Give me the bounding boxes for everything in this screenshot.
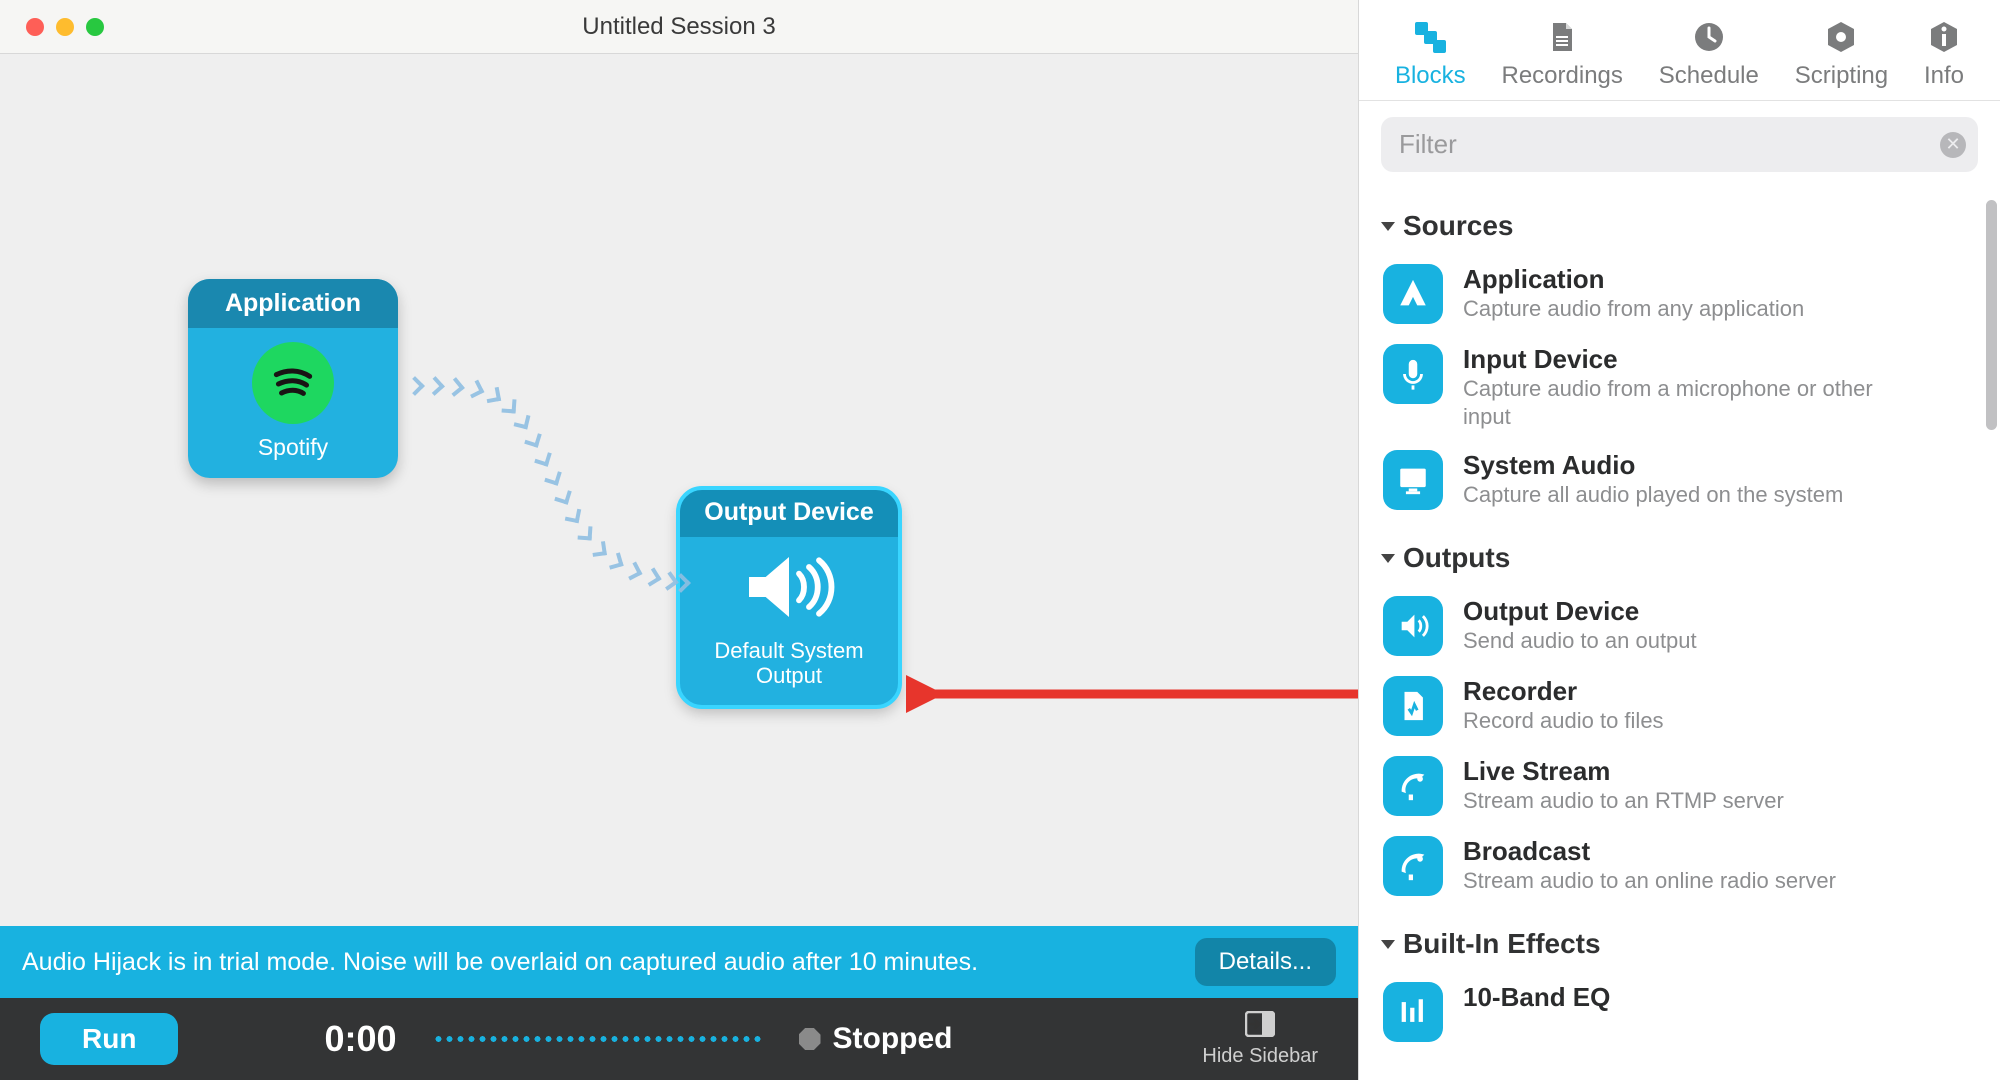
chevron-down-icon	[1381, 554, 1395, 563]
application-icon	[1383, 264, 1443, 324]
waveform-placeholder	[433, 1036, 763, 1042]
tab-schedule-label: Schedule	[1659, 62, 1759, 90]
block-output-device[interactable]: Output Device Default System Output	[678, 488, 900, 707]
item-title: 10-Band EQ	[1463, 982, 1610, 1013]
item-title: Broadcast	[1463, 836, 1836, 867]
window-controls	[26, 18, 104, 36]
sidebar-scrollbar[interactable]	[1986, 200, 1997, 430]
recordings-icon	[1545, 18, 1579, 56]
stopped-icon	[799, 1028, 821, 1050]
item-desc: Capture all audio played on the system	[1463, 481, 1843, 509]
maximize-window-button[interactable]	[86, 18, 104, 36]
main-window: Untitled Session 3 Application Spotify O…	[0, 0, 1358, 1080]
titlebar: Untitled Session 3	[0, 0, 1358, 54]
satellite-dish-icon	[1383, 756, 1443, 816]
clear-filter-button[interactable]: ✕	[1940, 132, 1966, 158]
item-desc: Send audio to an output	[1463, 627, 1697, 655]
tab-info[interactable]: Info	[1924, 18, 1964, 90]
tab-schedule[interactable]: Schedule	[1659, 18, 1759, 90]
sidebar-item-output-device[interactable]: Output Device Send audio to an output	[1381, 586, 1978, 666]
equalizer-icon	[1383, 982, 1443, 1042]
item-desc: Stream audio to an online radio server	[1463, 867, 1836, 895]
item-desc: Record audio to files	[1463, 707, 1664, 735]
trial-banner: Audio Hijack is in trial mode. Noise wil…	[0, 926, 1358, 998]
sidebar-item-input-device[interactable]: Input Device Capture audio from a microp…	[1381, 334, 1978, 440]
session-status-label: Stopped	[833, 1022, 953, 1056]
block-output-device-header: Output Device	[678, 488, 900, 537]
speaker-icon	[1383, 596, 1443, 656]
chevron-down-icon	[1381, 940, 1395, 949]
section-title-outputs: Outputs	[1403, 542, 1510, 574]
session-timer: 0:00	[324, 1018, 396, 1060]
schedule-icon	[1692, 18, 1726, 56]
info-icon	[1927, 18, 1961, 56]
item-desc: Stream audio to an RTMP server	[1463, 787, 1784, 815]
hide-sidebar-label: Hide Sidebar	[1202, 1045, 1318, 1068]
minimize-window-button[interactable]	[56, 18, 74, 36]
window-title: Untitled Session 3	[582, 13, 775, 41]
section-header-effects[interactable]: Built-In Effects	[1381, 924, 1978, 972]
hide-sidebar-icon	[1245, 1011, 1275, 1043]
tab-recordings[interactable]: Recordings	[1502, 18, 1623, 90]
annotation-arrow	[906, 644, 1396, 734]
sidebar-tabs: Blocks Recordings Schedule Scripting Inf…	[1359, 0, 2000, 101]
speaker-icon	[739, 551, 839, 628]
block-output-device-label: Default System Output	[686, 638, 892, 689]
filter-input[interactable]	[1381, 117, 1978, 172]
bottom-bar: Run 0:00 Stopped Hide Sidebar	[0, 998, 1358, 1080]
blocks-icon	[1413, 18, 1447, 56]
sidebar-scroll[interactable]: Sources Application Capture audio from a…	[1359, 182, 2000, 1080]
item-title: Output Device	[1463, 596, 1697, 627]
spotify-icon	[252, 342, 334, 424]
trial-details-button[interactable]: Details...	[1195, 938, 1336, 986]
monitor-icon	[1383, 450, 1443, 510]
item-title: Input Device	[1463, 344, 1873, 375]
tab-recordings-label: Recordings	[1502, 62, 1623, 90]
sidebar-item-application[interactable]: Application Capture audio from any appli…	[1381, 254, 1978, 334]
item-desc: Capture audio from a microphone or other…	[1463, 375, 1873, 430]
section-header-outputs[interactable]: Outputs	[1381, 538, 1978, 586]
item-title: Application	[1463, 264, 1804, 295]
session-canvas[interactable]: Application Spotify Output Device Defaul…	[0, 54, 1358, 926]
section-title-sources: Sources	[1403, 210, 1514, 242]
tab-scripting[interactable]: Scripting	[1795, 18, 1888, 90]
section-header-sources[interactable]: Sources	[1381, 206, 1978, 254]
file-audio-icon	[1383, 676, 1443, 736]
hide-sidebar-button[interactable]: Hide Sidebar	[1202, 1011, 1318, 1068]
item-desc: Capture audio from any application	[1463, 295, 1804, 323]
tab-blocks[interactable]: Blocks	[1395, 18, 1466, 90]
tab-scripting-label: Scripting	[1795, 62, 1888, 90]
block-application[interactable]: Application Spotify	[188, 279, 398, 478]
block-application-header: Application	[188, 279, 398, 328]
sidebar-item-broadcast[interactable]: Broadcast Stream audio to an online radi…	[1381, 826, 1978, 906]
tab-info-label: Info	[1924, 62, 1964, 90]
chevron-down-icon	[1381, 222, 1395, 231]
sidebar-item-10-band-eq[interactable]: 10-Band EQ	[1381, 972, 1978, 1052]
run-button[interactable]: Run	[40, 1013, 178, 1065]
tab-blocks-label: Blocks	[1395, 62, 1466, 90]
filter-searchbox: ✕	[1381, 117, 1978, 172]
microphone-icon	[1383, 344, 1443, 404]
session-status: Stopped	[799, 1022, 953, 1056]
close-window-button[interactable]	[26, 18, 44, 36]
sidebar-item-system-audio[interactable]: System Audio Capture all audio played on…	[1381, 440, 1978, 520]
sidebar: Blocks Recordings Schedule Scripting Inf…	[1358, 0, 2000, 1080]
broadcast-icon	[1383, 836, 1443, 896]
scripting-icon	[1824, 18, 1858, 56]
sidebar-item-recorder[interactable]: Recorder Record audio to files	[1381, 666, 1978, 746]
item-title: System Audio	[1463, 450, 1843, 481]
section-title-effects: Built-In Effects	[1403, 928, 1601, 960]
item-title: Live Stream	[1463, 756, 1784, 787]
item-title: Recorder	[1463, 676, 1664, 707]
sidebar-item-live-stream[interactable]: Live Stream Stream audio to an RTMP serv…	[1381, 746, 1978, 826]
trial-message: Audio Hijack is in trial mode. Noise wil…	[22, 948, 978, 977]
block-application-label: Spotify	[258, 434, 328, 460]
